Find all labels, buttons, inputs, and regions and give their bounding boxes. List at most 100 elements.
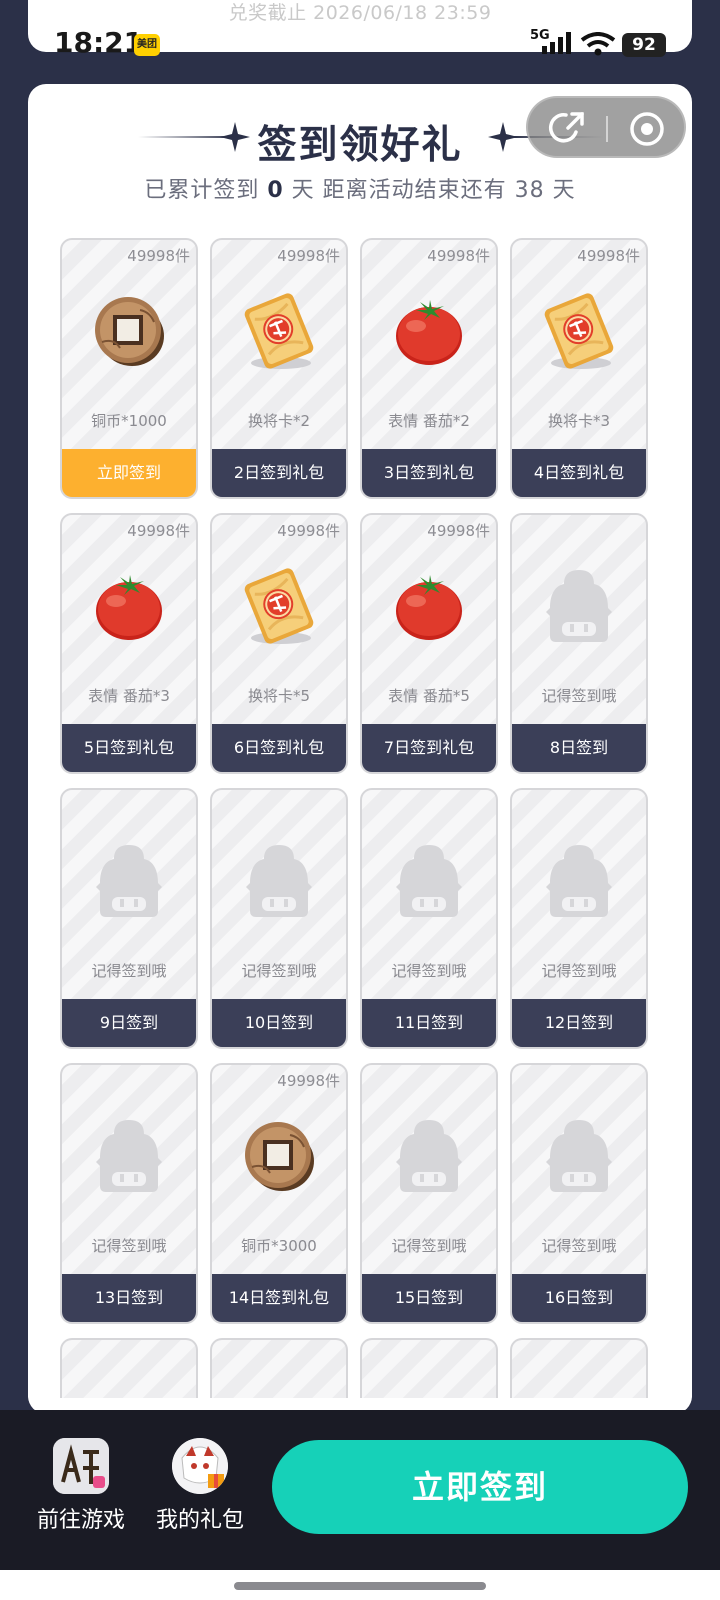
status-time: 18:21 bbox=[54, 26, 144, 59]
prize-name: 记得签到哦 bbox=[91, 962, 167, 980]
reward-tile[interactable]: 记得签到哦 15日签到 bbox=[360, 1063, 498, 1324]
coin-icon bbox=[62, 286, 196, 376]
go-to-game-button[interactable]: 前往游戏 bbox=[26, 1438, 136, 1534]
reward-tile[interactable]: 49998件换将卡*5 6日签到礼包 bbox=[210, 513, 348, 774]
checkin-summary: 已累计签到 0 天 距离活动结束还有 38 天 bbox=[28, 172, 692, 204]
stock-count: 49998件 bbox=[277, 522, 340, 540]
placeholder-character-icon bbox=[62, 836, 196, 926]
reward-tile[interactable]: 记得签到哦 9日签到 bbox=[60, 788, 198, 1049]
reward-tile[interactable]: 记得签到哦 13日签到 bbox=[60, 1063, 198, 1324]
day-label: 12日签到 bbox=[512, 999, 646, 1047]
coin-icon bbox=[212, 1111, 346, 1201]
placeholder-character-icon bbox=[512, 836, 646, 926]
capsule-divider bbox=[606, 116, 608, 142]
battery-indicator: 92 bbox=[622, 33, 666, 57]
day-label: 11日签到 bbox=[362, 999, 496, 1047]
bottom-action-bar: 前往游戏 我的礼包 立即签到 bbox=[0, 1410, 720, 1570]
reward-tile[interactable]: 记得签到哦 11日签到 bbox=[360, 788, 498, 1049]
reward-tile-partial bbox=[360, 1338, 498, 1398]
my-gifts-button[interactable]: 我的礼包 bbox=[145, 1438, 255, 1534]
tomato-icon bbox=[62, 561, 196, 651]
day-label: 15日签到 bbox=[362, 1274, 496, 1322]
home-indicator[interactable] bbox=[234, 1582, 486, 1590]
placeholder-character-icon bbox=[362, 1111, 496, 1201]
day-label: 10日签到 bbox=[212, 999, 346, 1047]
close-target-icon[interactable] bbox=[628, 110, 666, 148]
placeholder-character-icon bbox=[362, 836, 496, 926]
reward-tile[interactable]: 49998件铜币*3000 14日签到礼包 bbox=[210, 1063, 348, 1324]
day-label: 3日签到礼包 bbox=[362, 449, 496, 497]
my-gifts-label: 我的礼包 bbox=[155, 1508, 244, 1533]
prize-name: 记得签到哦 bbox=[91, 1237, 167, 1255]
reward-tile[interactable]: 记得签到哦 10日签到 bbox=[210, 788, 348, 1049]
placeholder-character-icon bbox=[512, 1111, 646, 1201]
day-label: 6日签到礼包 bbox=[212, 724, 346, 772]
stock-count: 49998件 bbox=[277, 247, 340, 265]
day-label: 13日签到 bbox=[62, 1274, 196, 1322]
card-icon bbox=[212, 286, 346, 376]
summary-suffix: 天 距离活动结束还有 38 天 bbox=[291, 178, 576, 203]
prize-name: 记得签到哦 bbox=[541, 687, 617, 705]
card-icon bbox=[512, 286, 646, 376]
game-app-icon bbox=[53, 1438, 109, 1494]
day-label: 8日签到 bbox=[512, 724, 646, 772]
prize-name: 记得签到哦 bbox=[391, 962, 467, 980]
my-gifts-avatar-icon bbox=[172, 1438, 228, 1494]
tomato-icon bbox=[362, 286, 496, 376]
prize-name: 记得签到哦 bbox=[241, 962, 317, 980]
day-label: 7日签到礼包 bbox=[362, 724, 496, 772]
day-label: 4日签到礼包 bbox=[512, 449, 646, 497]
reward-tile[interactable]: 49998件铜币*1000 立即签到 bbox=[60, 238, 198, 499]
reward-tile[interactable]: 记得签到哦 8日签到 bbox=[510, 513, 648, 774]
reward-tile[interactable]: 记得签到哦 16日签到 bbox=[510, 1063, 648, 1324]
placeholder-character-icon bbox=[212, 836, 346, 926]
prize-name: 铜币*1000 bbox=[91, 412, 167, 430]
share-icon[interactable] bbox=[548, 110, 588, 146]
placeholder-character-icon bbox=[62, 1111, 196, 1201]
sign-in-now-button[interactable]: 立即签到 bbox=[272, 1440, 688, 1534]
summary-prefix: 已累计签到 bbox=[144, 178, 260, 203]
reward-tile-partial bbox=[510, 1338, 648, 1398]
reward-tile[interactable]: 49998件换将卡*2 2日签到礼包 bbox=[210, 238, 348, 499]
prize-name: 换将卡*2 bbox=[247, 412, 311, 430]
stock-count: 49998件 bbox=[577, 247, 640, 265]
reward-tile[interactable]: 49998件表情 番茄*3 5日签到礼包 bbox=[60, 513, 198, 774]
prize-name: 表情 番茄*5 bbox=[388, 687, 470, 705]
stock-count: 49998件 bbox=[127, 522, 190, 540]
signed-days-count: 0 bbox=[267, 178, 284, 203]
reward-tile-partial bbox=[60, 1338, 198, 1398]
wifi-icon bbox=[580, 32, 616, 56]
prize-name: 记得签到哦 bbox=[391, 1237, 467, 1255]
day-label: 2日签到礼包 bbox=[212, 449, 346, 497]
reward-tile-partial bbox=[210, 1338, 348, 1398]
prize-name: 换将卡*5 bbox=[247, 687, 311, 705]
status-bar: 18:21 美团 5G 92 bbox=[0, 0, 720, 90]
reward-tile[interactable]: 49998件 表情 番茄*2 3日签到礼包 bbox=[360, 238, 498, 499]
day-label: 9日签到 bbox=[62, 999, 196, 1047]
stock-count: 49998件 bbox=[277, 1072, 340, 1090]
go-to-game-label: 前往游戏 bbox=[36, 1508, 125, 1533]
day-label: 14日签到礼包 bbox=[212, 1274, 346, 1322]
prize-name: 铜币*3000 bbox=[241, 1237, 317, 1255]
reward-grid: 49998件 铜币*1000 立即签到 49998件 换将卡*2 2日签到礼包 49998件… bbox=[60, 238, 650, 1398]
tomato-icon bbox=[362, 561, 496, 651]
reward-tile[interactable]: 49998件换将卡*3 4日签到礼包 bbox=[510, 238, 648, 499]
prize-name: 记得签到哦 bbox=[541, 1237, 617, 1255]
prize-name: 表情 番茄*3 bbox=[88, 687, 170, 705]
stock-count: 49998件 bbox=[127, 247, 190, 265]
day-label: 5日签到礼包 bbox=[62, 724, 196, 772]
reward-tile[interactable]: 记得签到哦 12日签到 bbox=[510, 788, 648, 1049]
reward-tile[interactable]: 49998件表情 番茄*5 7日签到礼包 bbox=[360, 513, 498, 774]
prize-name: 记得签到哦 bbox=[541, 962, 617, 980]
signal-icon bbox=[542, 32, 571, 54]
placeholder-character-icon bbox=[512, 561, 646, 651]
checkin-card: 签到领好礼 已累计签到 0 天 距离活动结束还有 38 天 49998件 铜币*1… bbox=[28, 84, 692, 1414]
mini-program-capsule bbox=[526, 96, 686, 158]
prize-name: 换将卡*3 bbox=[547, 412, 611, 430]
day-label: 16日签到 bbox=[512, 1274, 646, 1322]
sign-in-today-button[interactable]: 立即签到 bbox=[62, 449, 196, 497]
prize-name: 表情 番茄*2 bbox=[388, 412, 470, 430]
meituan-badge-icon: 美团 bbox=[134, 34, 160, 56]
stock-count: 49998件 bbox=[427, 522, 490, 540]
card-icon bbox=[212, 561, 346, 651]
